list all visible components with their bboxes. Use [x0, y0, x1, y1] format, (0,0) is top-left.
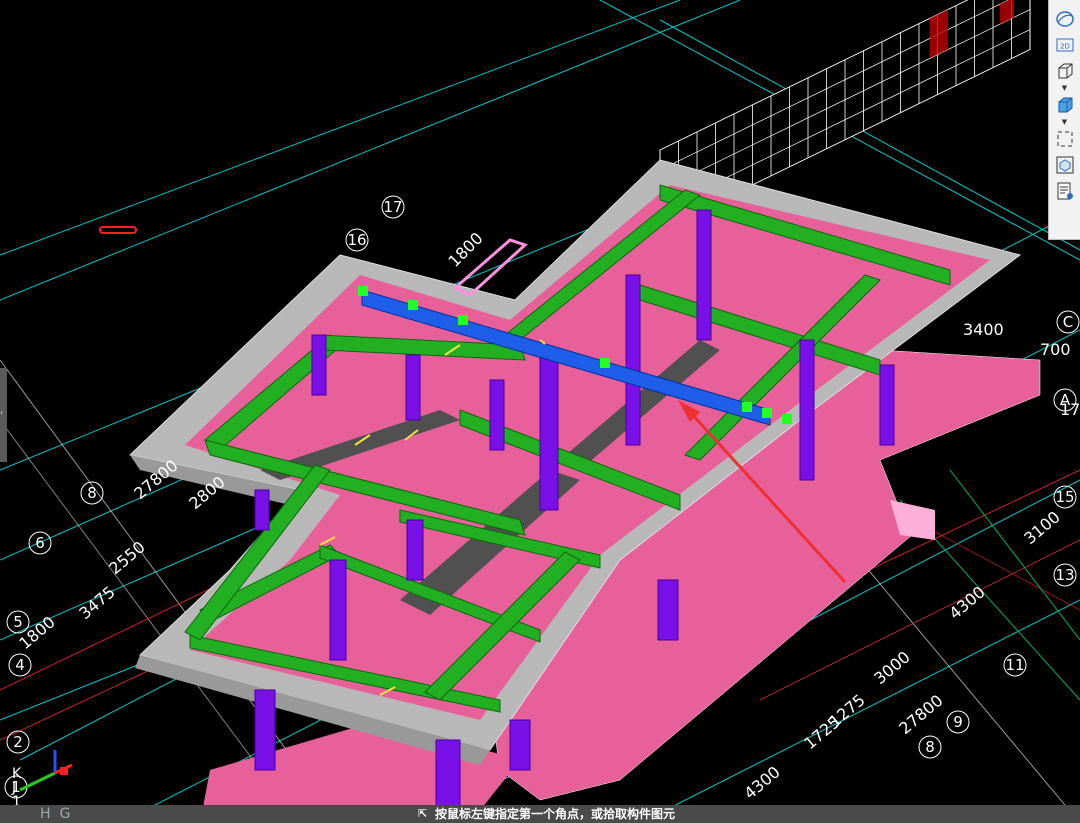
dimension-right-5: 3000: [870, 647, 913, 688]
status-bar: H G ⇱ 按鼠标左键指定第一个角点，或拾取构件图元: [0, 805, 1080, 823]
collapse-arrow-icon: ‹: [0, 408, 4, 417]
axis-bubble-2: 2: [6, 730, 30, 754]
svg-text:2: 2: [13, 733, 23, 751]
wireframe-cube-icon: [1058, 63, 1072, 79]
svg-text:11: 11: [1005, 656, 1024, 674]
dimension-right-8: 27800: [895, 691, 946, 738]
dimension-right-2: 17: [1060, 400, 1080, 419]
properties-button[interactable]: [1053, 179, 1077, 203]
axis-bubble-13: 13: [1053, 563, 1077, 587]
wireframe-view-button[interactable]: [1053, 59, 1077, 83]
svg-text:5: 5: [13, 613, 23, 631]
svg-text:6: 6: [35, 534, 45, 552]
axis-bubble-9: 9: [946, 710, 970, 734]
axis-bubble-17: 17: [381, 195, 405, 219]
axis-bubble-11: 11: [1003, 653, 1027, 677]
svg-text:2D: 2D: [1060, 43, 1070, 51]
dimension-left-4: 3475: [75, 582, 118, 623]
view-2d-button[interactable]: 2D: [1053, 33, 1077, 57]
view-2d-icon: 2D: [1056, 38, 1073, 52]
grip-point[interactable]: [782, 414, 792, 424]
axis-bubble-C: C: [1056, 310, 1080, 334]
dimension-right-0: 3400: [963, 320, 1004, 339]
axis-bubble-15: 15: [1053, 485, 1077, 509]
svg-text:9: 9: [953, 713, 963, 731]
axis-bubble-8: 8: [918, 735, 942, 759]
region-select-icon: [1057, 131, 1072, 147]
grip-point[interactable]: [600, 358, 610, 368]
dimension-right-1: 700: [1040, 340, 1071, 359]
region-select-button[interactable]: [1053, 127, 1077, 151]
dimension-left-3: 2550: [105, 537, 148, 578]
svg-text:15: 15: [1055, 488, 1074, 506]
properties-list-icon: [1057, 182, 1073, 200]
component-cube-icon: [1056, 156, 1073, 174]
svg-text:17: 17: [383, 198, 402, 216]
svg-text:8: 8: [925, 738, 935, 756]
orbit-icon: [1055, 11, 1074, 27]
red-marker: [99, 226, 137, 234]
svg-text:C: C: [1063, 313, 1073, 331]
svg-text:8: 8: [87, 484, 97, 502]
dimension-right-3: 3100: [1020, 507, 1063, 548]
grip-point[interactable]: [762, 408, 772, 418]
axis-bubble-4: 4: [8, 653, 32, 677]
cursor-corner-icon: ⇱: [418, 807, 428, 820]
component-view-button[interactable]: [1053, 153, 1077, 177]
axis-bubble-8: 8: [80, 481, 104, 505]
grip-point[interactable]: [458, 315, 468, 325]
grip-point[interactable]: [358, 286, 368, 296]
solid-cube-icon: [1058, 97, 1072, 113]
side-collapse-tab[interactable]: ‹: [0, 368, 7, 462]
svg-text:13: 13: [1055, 566, 1074, 584]
status-left-labels: H G: [40, 806, 71, 822]
orbit-button[interactable]: [1053, 7, 1077, 31]
axis-bubble-6: 6: [28, 531, 52, 555]
3d-model-viewport[interactable]: 1716865421 CA15131198 180027800 280025503…: [0, 0, 1080, 823]
command-prompt: 按鼠标左键指定第一个角点，或拾取构件图元: [435, 807, 676, 821]
solid-dropdown-caret[interactable]: ▼: [1062, 118, 1067, 126]
axis-bubble-16: 16: [345, 228, 369, 252]
wireframe-dropdown-caret[interactable]: ▼: [1062, 84, 1067, 92]
svg-text:4: 4: [15, 656, 25, 674]
svg-text:16: 16: [347, 231, 366, 249]
solid-view-button[interactable]: [1053, 93, 1077, 117]
grip-point[interactable]: [742, 402, 752, 412]
view-toolbar: 2D ▼ ▼: [1048, 0, 1080, 240]
grip-point[interactable]: [408, 300, 418, 310]
